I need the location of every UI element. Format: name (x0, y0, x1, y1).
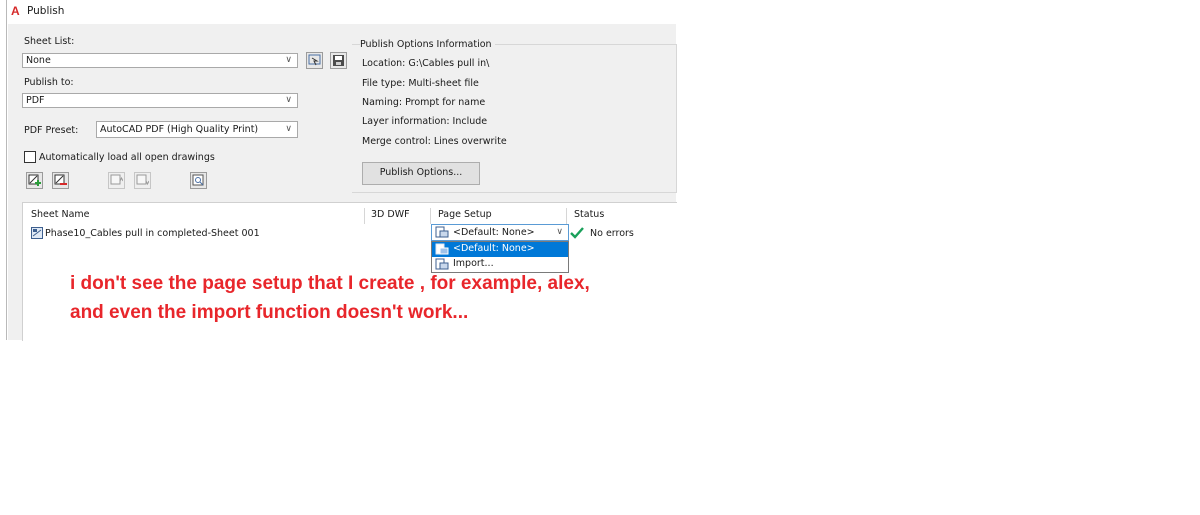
annotation-line-1: i don't see the page setup that I create… (70, 273, 590, 294)
chevron-down-icon: ∨ (285, 124, 292, 134)
publish-to-label: Publish to: (24, 77, 74, 88)
file-type-info: File type: Multi-sheet file (362, 78, 479, 89)
move-sheet-up-button[interactable] (108, 172, 125, 189)
page-setup-icon (435, 258, 449, 270)
publish-options-title: Publish Options Information (360, 39, 495, 50)
auto-load-label: Automatically load all open drawings (39, 152, 215, 163)
move-down-icon (136, 174, 149, 186)
publish-options-button[interactable]: Publish Options... (362, 162, 480, 185)
remove-sheets-button[interactable] (52, 172, 69, 189)
preview-sheet-icon (192, 174, 204, 186)
checkmark-icon (570, 227, 584, 239)
location-info: Location: G:\Cables pull in\ (362, 58, 490, 69)
column-header-sheet-name[interactable]: Sheet Name (31, 209, 90, 220)
window-title: Publish (27, 5, 65, 17)
chevron-down-icon: ∨ (285, 55, 292, 65)
auto-load-checkbox[interactable] (24, 151, 36, 163)
add-sheets-button[interactable] (26, 172, 43, 189)
pdf-preset-select[interactable]: AutoCAD PDF (High Quality Print) ∨ (96, 121, 298, 138)
autocad-logo-icon: A (11, 4, 20, 18)
sheet-list-label: Sheet List: (24, 36, 75, 47)
add-sheet-icon (28, 174, 41, 186)
annotation-line-2: and even the import function doesn't wor… (70, 302, 469, 323)
dropdown-option-default[interactable]: <Default: None> (432, 242, 568, 257)
page-setup-icon (435, 226, 449, 238)
column-header-3d-dwf[interactable]: 3D DWF (371, 209, 410, 220)
naming-info: Naming: Prompt for name (362, 97, 486, 108)
preview-icon (308, 54, 321, 66)
publish-to-select[interactable]: PDF ∨ (22, 93, 298, 108)
preview-sheet-button[interactable] (190, 172, 207, 189)
layer-info: Layer information: Include (362, 116, 488, 127)
move-up-icon (110, 174, 123, 185)
chevron-down-icon: ∨ (556, 227, 563, 237)
page-setup-select[interactable]: <Default: None> ∨ (431, 224, 569, 241)
dropdown-option-label: <Default: None> (453, 243, 535, 254)
pdf-preset-label: PDF Preset: (24, 125, 79, 136)
page-setup-value: <Default: None> (453, 227, 535, 238)
column-header-page-setup[interactable]: Page Setup (438, 209, 492, 220)
sheet-list-select[interactable]: None ∨ (22, 53, 298, 68)
page-setup-icon (435, 243, 449, 255)
chevron-down-icon: ∨ (285, 95, 292, 105)
status-cell: No errors (590, 228, 634, 239)
remove-sheet-icon (54, 174, 67, 185)
sheet-name-cell: Phase10_Cables pull in completed-Sheet 0… (45, 228, 260, 239)
publish-to-value: PDF (26, 95, 45, 106)
layout-sheet-icon (31, 227, 43, 239)
dropdown-option-label: Import... (453, 258, 494, 269)
page-setup-dropdown: <Default: None> Import... (431, 241, 569, 273)
left-window-edge (0, 0, 8, 340)
merge-control-info: Merge control: Lines overwrite (362, 136, 507, 147)
column-header-status[interactable]: Status (574, 209, 604, 220)
pdf-preset-value: AutoCAD PDF (High Quality Print) (100, 124, 259, 135)
sheet-list-value: None (26, 55, 51, 66)
dropdown-option-import[interactable]: Import... (432, 257, 568, 272)
save-sheet-list-button[interactable] (330, 52, 347, 69)
save-icon (333, 55, 344, 66)
preview-button[interactable] (306, 52, 323, 69)
title-bar: A Publish (8, 0, 676, 24)
move-sheet-down-button[interactable] (134, 172, 151, 189)
